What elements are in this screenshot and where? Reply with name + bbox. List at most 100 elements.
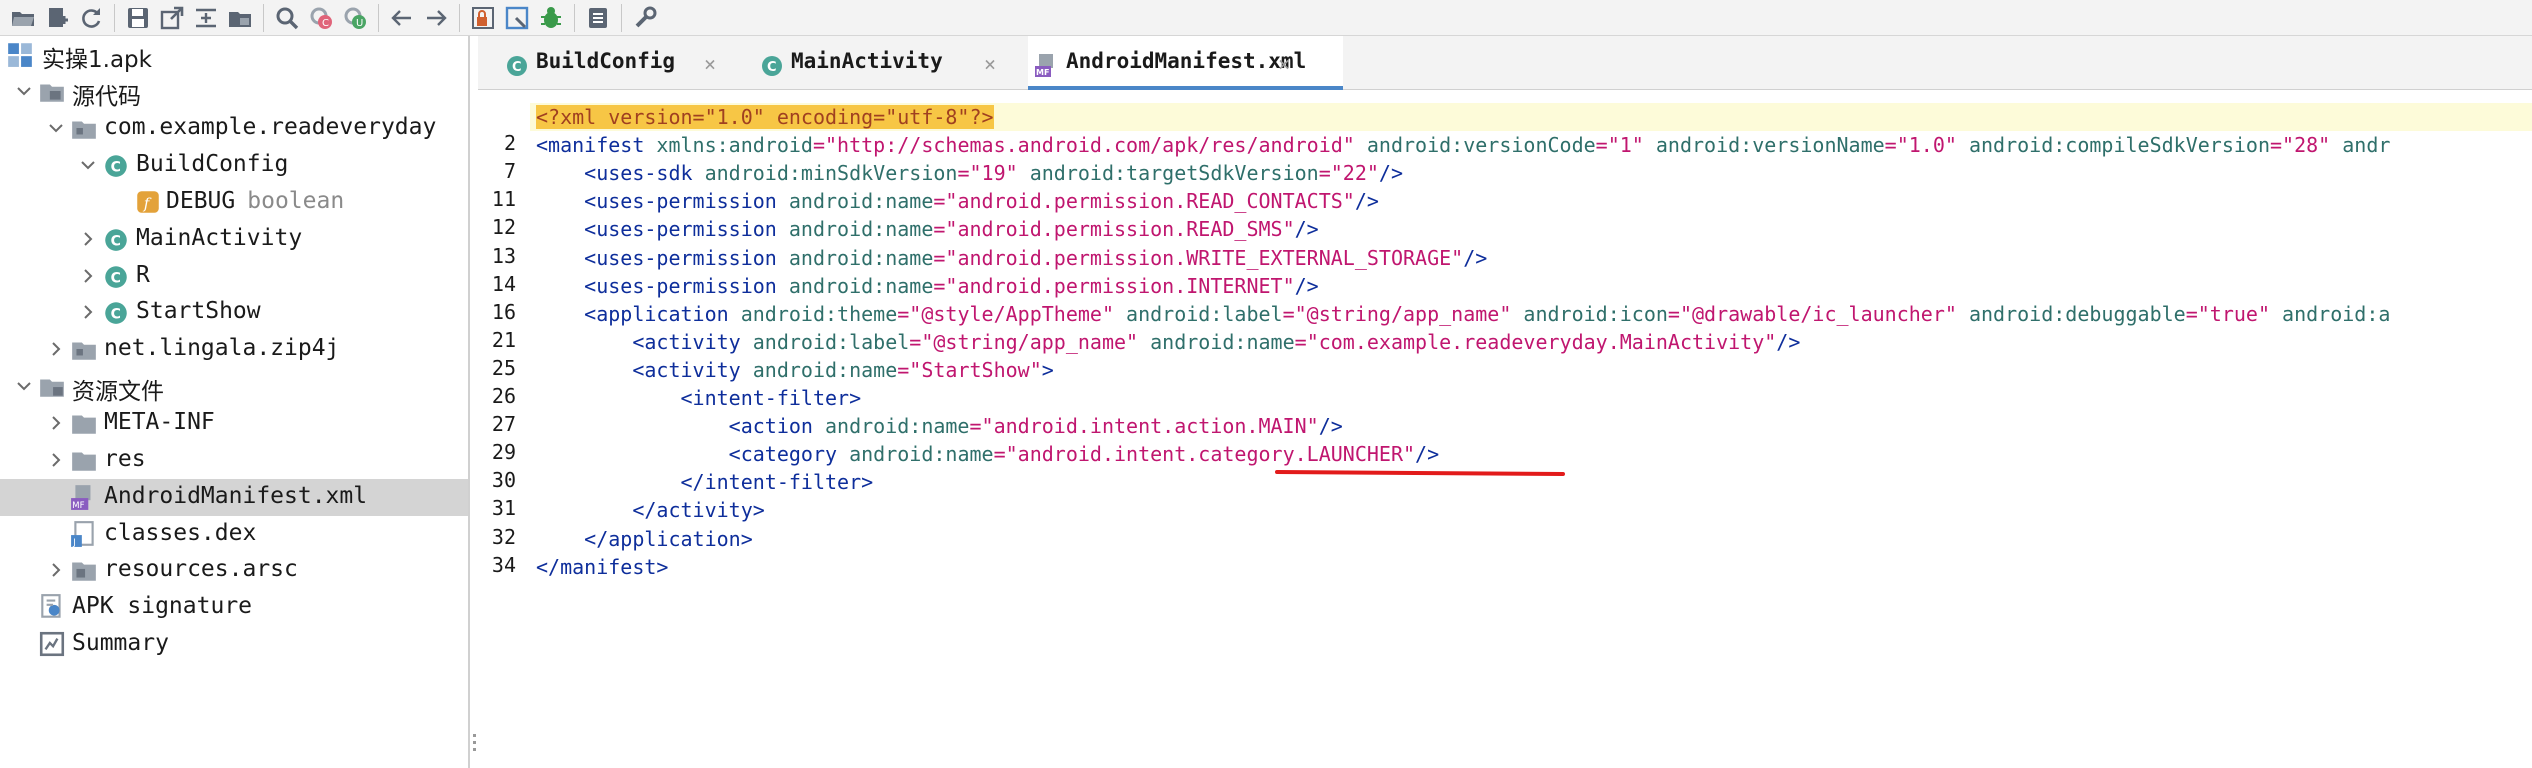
code-token: /> [1415,442,1440,467]
splitter-handle[interactable] [470,730,478,764]
code-line: <activity android:label="@string/app_nam… [536,328,1800,356]
code-token: "19" [969,161,1018,186]
chevron-down-icon[interactable] [14,376,34,396]
chevron-right-icon[interactable] [46,339,66,359]
tab-mainactivity[interactable]: C MainActivity × [753,36,1018,90]
summary-icon [38,630,66,658]
code-line: <action android:name="android.intent.act… [536,412,1343,440]
chevron-right-icon[interactable] [46,450,66,470]
tab-buildconfig[interactable]: C BuildConfig × [498,36,738,90]
tree-item[interactable]: Summary [0,626,468,663]
chevron-down-icon[interactable] [14,81,34,101]
tree-item[interactable]: C StartShow [0,294,468,331]
deobfuscation-button[interactable] [466,1,500,35]
code-token: android:name [788,245,934,270]
code-token: <activity [536,329,753,354]
tab-androidmanifest-xml[interactable]: MF AndroidManifest.xml × [1028,36,1343,90]
code-token: "@style/AppTheme" [909,301,1114,326]
preferences-button[interactable] [628,1,662,35]
code-token: android:debuggable [1956,301,2186,326]
code-line: <activity android:name="StartShow"> [536,356,1054,384]
save-button[interactable] [121,1,155,35]
open-file-button[interactable] [6,1,40,35]
find-class-icon: C [310,7,332,29]
code-token: "android.intent.category.LAUNCHER" [1005,442,1416,467]
tree-item[interactable]: META-INF [0,405,468,442]
code-token: xmlns:android [656,133,813,158]
line-number: 2 [503,131,516,156]
tree-item[interactable]: APK signature [0,589,468,626]
tree-item[interactable]: 实操1.apk [0,36,468,73]
close-tab-icon[interactable]: × [704,52,716,76]
red-annotation-underline [1274,469,1566,477]
back-button[interactable] [385,1,419,35]
class-icon: C [504,52,530,78]
project-tree: 实操1.apk 源代码 com.example.readeveryday C Build… [0,36,470,768]
sync-tree-button[interactable] [189,1,223,35]
code-token: android:name [824,414,970,439]
code-token: = [897,357,910,382]
code-token: android:name [752,357,898,382]
search-button[interactable] [270,1,304,35]
code-token: android:name [1138,329,1295,354]
chevron-down-icon[interactable] [78,155,98,175]
tree-item[interactable]: com.example.readeveryday [0,110,468,147]
close-tab-icon[interactable]: × [1278,52,1290,76]
chevron-right-icon[interactable] [46,413,66,433]
svg-text:C: C [111,233,121,249]
flatten-packages-button[interactable] [223,1,257,35]
add-files-button[interactable] [40,1,74,35]
toolbar-separator [621,3,622,32]
close-tab-icon[interactable]: × [984,52,996,76]
code-token: "28" [2282,133,2331,158]
package-icon [70,114,98,142]
tree-item[interactable]: res [0,442,468,479]
code-token: "http://schemas.android.com/apk/res/andr… [825,133,1355,158]
line-number: 34 [491,552,516,577]
line-number-gutter: 2 7 11 12 13 14 16 21 25 26 27 29 30 31 32 34 [478,91,528,768]
find-class-button[interactable]: C [304,1,338,35]
debug-bug-button[interactable] [534,1,568,35]
code-token: = [2185,301,2198,326]
svg-text:MF: MF [72,501,84,511]
source-code-icon [38,77,66,105]
tree-item-label: 源代码 [72,77,141,111]
tree-item[interactable]: 源代码 [0,73,468,110]
code-token: "android.permission.READ_SMS" [945,217,1295,242]
quark-button[interactable] [500,1,534,35]
line-number: 11 [491,187,516,212]
export-button[interactable] [155,1,189,35]
code-token: <?xml version="1.0" encoding="utf-8"?> [536,105,994,129]
code-line: </manifest> [536,553,668,581]
code-token: = [1595,133,1608,158]
tree-item[interactable]: net.lingala.zip4j [0,331,468,368]
chevron-right-icon[interactable] [46,560,66,580]
tree-item[interactable]: 资源文件 [0,368,468,405]
code-token: android:icon [1511,301,1668,326]
tree-item-label: R [136,262,150,288]
code-editor[interactable]: 2 7 11 12 13 14 16 21 25 26 27 29 30 31 32 34 <?xml ver… [478,91,2532,768]
code-token: /> [1294,273,1319,298]
tree-item[interactable]: C MainActivity [0,221,468,258]
chevron-down-icon[interactable] [46,118,66,138]
tree-item[interactable]: C BuildConfig [0,147,468,184]
code-token: > [1041,357,1054,382]
reload-icon [82,7,101,28]
chevron-right-icon[interactable] [78,229,98,249]
code-token: /> [1776,329,1801,354]
chevron-right-icon[interactable] [78,266,98,286]
tree-item[interactable]: MF AndroidManifest.xml [0,479,468,516]
code-token: = [957,161,970,186]
find-usage-button[interactable]: U [338,1,372,35]
tree-item[interactable]: Jclasses.dex [0,516,468,553]
forward-button[interactable] [419,1,453,35]
reload-button[interactable] [74,1,108,35]
code-token: android:a [2270,301,2391,326]
log-button[interactable] [581,1,615,35]
tree-item[interactable]: resources.arsc [0,552,468,589]
chevron-right-icon[interactable] [78,302,98,322]
tree-item[interactable]: f DEBUG boolean [0,184,468,221]
tree-item[interactable]: CR [0,258,468,295]
code-line: <uses-permission android:name="android.p… [536,244,1487,272]
tree-item-label: APK signature [72,593,252,619]
